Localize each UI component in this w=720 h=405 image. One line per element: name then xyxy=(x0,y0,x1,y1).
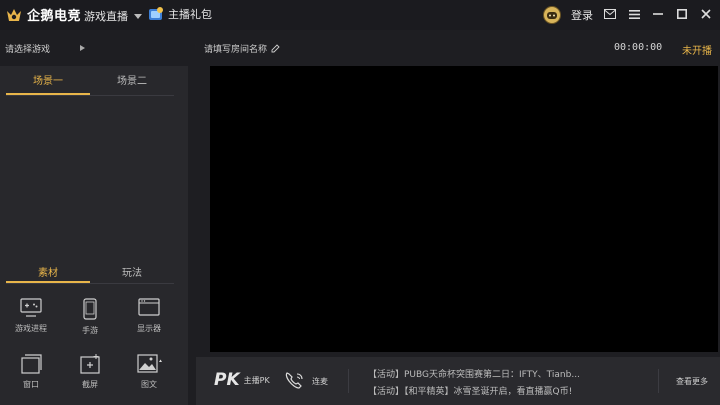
title-bar: 企鹅电竞 游戏直播 主播礼包 登录 xyxy=(0,0,720,30)
news-ticker: 【活动】PUBG天命杯突围赛第二日：IFTY、Tianb... 【活动】【和平精… xyxy=(368,367,580,401)
tab-gameplay[interactable]: 玩法 xyxy=(90,264,174,283)
scene-tabs: 场景一 场景二 xyxy=(6,72,174,96)
close-icon[interactable] xyxy=(700,8,712,20)
message-icon[interactable] xyxy=(604,8,616,20)
news-item[interactable]: 【活动】PUBG天命杯突围赛第二日：IFTY、Tianb... xyxy=(368,367,580,384)
material-label: 显示器 xyxy=(137,324,161,333)
material-display[interactable]: 显示器 xyxy=(123,298,175,334)
scene-panel: 场景一 场景二 素材 玩法 游戏进程 手游 显示器 窗口 截屏 图文 xyxy=(0,66,188,405)
co-host-label: 连麦 xyxy=(312,376,328,386)
tab-scene-1[interactable]: 场景一 xyxy=(6,72,90,95)
chevron-down-icon xyxy=(134,13,142,19)
material-label: 截屏 xyxy=(82,380,98,389)
phone-icon xyxy=(83,298,97,320)
material-screenshot[interactable]: 截屏 xyxy=(64,354,116,390)
gift-icon xyxy=(149,7,163,20)
stream-preview[interactable] xyxy=(210,66,718,352)
edit-icon xyxy=(271,44,280,53)
app-logo: 企鹅电竞 xyxy=(5,5,81,24)
divider xyxy=(348,369,349,393)
maximize-icon[interactable] xyxy=(676,8,688,20)
menu-icon[interactable] xyxy=(628,8,640,20)
game-select[interactable]: 请选择游戏 xyxy=(5,42,50,55)
user-face-icon xyxy=(547,12,557,19)
divider xyxy=(658,369,659,393)
chevron-right-icon[interactable] xyxy=(80,45,85,51)
material-label: 图文 xyxy=(141,380,157,389)
live-status-badge: 未开播 xyxy=(682,46,712,57)
monitor-icon xyxy=(138,298,160,316)
tab-materials[interactable]: 素材 xyxy=(6,264,90,283)
material-label: 游戏进程 xyxy=(15,324,47,333)
room-name-field[interactable]: 请填写房间名称 xyxy=(204,42,280,55)
minimize-icon[interactable] xyxy=(652,8,664,20)
material-game-process[interactable]: 游戏进程 xyxy=(5,298,57,334)
material-label: 窗口 xyxy=(23,380,39,389)
pk-icon: PK xyxy=(214,370,240,390)
anchor-pk-button[interactable]: PK 主播PK xyxy=(214,370,270,390)
avatar[interactable] xyxy=(543,6,561,24)
live-mode-label: 游戏直播 xyxy=(84,10,128,23)
app-name: 企鹅电竞 xyxy=(27,9,82,24)
window-icon xyxy=(21,354,42,374)
material-image-text[interactable]: 图文 xyxy=(123,354,175,390)
material-mobile-game[interactable]: 手游 xyxy=(64,298,116,336)
live-mode-dropdown[interactable]: 游戏直播 xyxy=(84,8,142,24)
stream-info-bar: 请选择游戏 请填写房间名称 00:00:00 未开播 xyxy=(0,38,720,60)
view-more-link[interactable]: 查看更多 xyxy=(676,376,708,387)
anchor-gift-button[interactable]: 主播礼包 xyxy=(148,6,212,22)
co-host-button[interactable]: 连麦 xyxy=(284,371,328,391)
phone-call-icon xyxy=(285,372,303,389)
pk-label: 主播PK xyxy=(243,375,270,385)
image-icon xyxy=(137,354,162,373)
screenshot-icon xyxy=(80,354,100,374)
room-name-placeholder: 请填写房间名称 xyxy=(204,45,268,55)
gamepad-monitor-icon xyxy=(20,298,42,317)
bottom-bar: PK 主播PK 连麦 【活动】PUBG天命杯突围赛第二日：IFTY、Tianb.… xyxy=(196,357,720,405)
material-label: 手游 xyxy=(82,326,98,335)
crown-logo-icon xyxy=(7,8,21,21)
news-item[interactable]: 【活动】【和平精英】冰雪圣诞开启，看直播赢Q币! xyxy=(368,384,580,401)
material-tabs: 素材 玩法 xyxy=(6,264,174,284)
login-button[interactable]: 登录 xyxy=(571,7,593,23)
live-timer: 00:00:00 xyxy=(614,42,663,53)
gift-label: 主播礼包 xyxy=(168,8,212,21)
material-window[interactable]: 窗口 xyxy=(5,354,57,390)
tab-scene-2[interactable]: 场景二 xyxy=(90,72,174,95)
